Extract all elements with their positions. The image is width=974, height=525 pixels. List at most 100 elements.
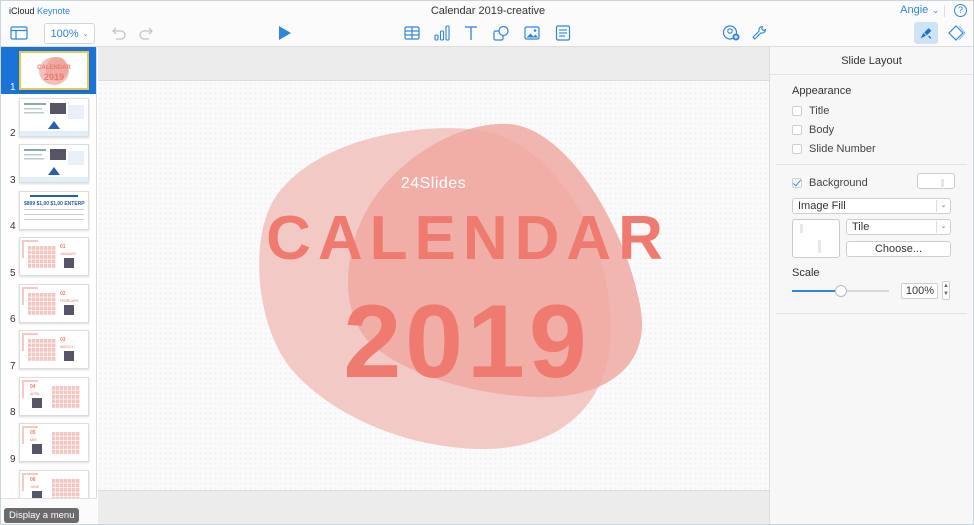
slide-thumbnail-row[interactable]: 7 03 MARCH bbox=[1, 326, 96, 373]
thumb-month-name: JUNE bbox=[30, 485, 40, 489]
insert-media-button[interactable] bbox=[521, 23, 543, 43]
comment-icon bbox=[555, 25, 571, 41]
format-inspector: Slide Layout Appearance Title Body Slide… bbox=[769, 47, 973, 524]
redo-button[interactable] bbox=[136, 23, 158, 43]
insert-comment-button[interactable] bbox=[552, 23, 574, 43]
divider bbox=[944, 5, 945, 17]
slide-navigator: 1 CALENDAR 2019 2 3 4 $899 $1,00 $1,00 ENTERP 5… bbox=[1, 47, 97, 524]
appearance-section: Appearance Title Body Slide Number bbox=[776, 75, 967, 165]
scale-slider[interactable] bbox=[792, 285, 889, 297]
user-menu[interactable]: Angie ⌄ bbox=[900, 4, 939, 16]
insert-text-button[interactable] bbox=[460, 23, 482, 43]
body-checkbox-label: Body bbox=[809, 123, 835, 136]
slide-thumbnail[interactable] bbox=[19, 97, 89, 137]
slide-thumbnail[interactable]: 03 MARCH bbox=[19, 330, 89, 369]
svg-text:$899 $1,00 $1,00 ENTERP: $899 $1,00 $1,00 ENTERP bbox=[24, 201, 85, 207]
fill-type-dropdown[interactable]: Image Fill ⌄ bbox=[792, 198, 951, 214]
thumb-month-name: MAY bbox=[30, 438, 38, 442]
play-icon bbox=[279, 26, 291, 40]
title-checkbox-row[interactable]: Title bbox=[792, 101, 967, 120]
brand-logo[interactable]: 24Slides bbox=[98, 175, 769, 193]
format-button[interactable] bbox=[914, 22, 938, 44]
undo-button[interactable] bbox=[107, 23, 129, 43]
appearance-label: Appearance bbox=[792, 85, 852, 97]
thumb-month-number: 04 bbox=[30, 384, 36, 390]
slide-thumbnail-row[interactable]: 3 bbox=[1, 140, 96, 187]
image-mode-dropdown[interactable]: Tile ⌄ bbox=[846, 219, 951, 235]
slide-thumbnail-row[interactable]: 9 05 MAY bbox=[1, 419, 96, 466]
zoom-select[interactable]: 100% ⌄ bbox=[44, 23, 95, 44]
slide-thumbnail-row[interactable]: 4 $899 $1,00 $1,00 ENTERP bbox=[1, 187, 96, 234]
slide-canvas[interactable]: 24Slides CALENDAR 2019 bbox=[98, 80, 769, 491]
insert-shape-button[interactable] bbox=[490, 23, 512, 43]
scale-slider-knob[interactable] bbox=[834, 285, 847, 297]
slide-thumbnail[interactable]: 05 MAY bbox=[19, 423, 89, 462]
animate-button[interactable] bbox=[946, 23, 968, 43]
scale-stepper[interactable]: ▲ ▼ bbox=[942, 281, 950, 300]
slide-year[interactable]: 2019 bbox=[98, 283, 836, 402]
slide-number: 8 bbox=[10, 407, 16, 418]
slide-thumbnail-row[interactable]: 5 01 JANUARY bbox=[1, 233, 96, 280]
scale-label: Scale bbox=[792, 267, 820, 279]
body-checkbox[interactable] bbox=[792, 124, 802, 135]
brand[interactable]: iCloud Keynote bbox=[9, 6, 70, 16]
image-mode-value: Tile bbox=[852, 221, 870, 233]
stepper-up-icon[interactable]: ▲ bbox=[943, 283, 949, 289]
add-collaborator-icon bbox=[722, 25, 740, 41]
media-icon bbox=[524, 26, 540, 40]
background-color-well[interactable] bbox=[917, 173, 955, 189]
slide-number: 2 bbox=[10, 128, 16, 139]
stepper-down-icon[interactable]: ▼ bbox=[943, 291, 949, 297]
slide-canvas-area: 24Slides CALENDAR 2019 bbox=[98, 47, 769, 524]
view-button[interactable] bbox=[8, 23, 30, 43]
slide-thumbnail[interactable]: CALENDAR 2019 bbox=[19, 51, 89, 90]
slide-thumbnail[interactable]: 04 APRIL bbox=[19, 376, 89, 416]
slide-thumbnail-row[interactable]: 6 02 FEBRUARY bbox=[1, 280, 96, 327]
user-name: Angie bbox=[900, 4, 929, 16]
slide-number-checkbox[interactable] bbox=[792, 143, 802, 154]
play-button[interactable] bbox=[273, 23, 295, 43]
slide-thumbnail-row[interactable]: 1 CALENDAR 2019 bbox=[1, 47, 96, 94]
thumb-month-name: JANUARY bbox=[60, 252, 77, 256]
slide-number: 5 bbox=[10, 267, 16, 279]
thumb-month-name: MARCH bbox=[60, 345, 73, 349]
slide-number-checkbox-label: Slide Number bbox=[809, 142, 876, 155]
setup-button[interactable] bbox=[748, 23, 770, 43]
slide-number: 4 bbox=[10, 221, 16, 232]
document-title[interactable]: Calendar 2019-creative bbox=[431, 5, 545, 17]
insert-table-button[interactable] bbox=[401, 23, 423, 43]
undo-icon bbox=[112, 27, 126, 40]
insert-chart-button[interactable] bbox=[431, 23, 453, 43]
help-icon[interactable]: ? bbox=[954, 4, 967, 17]
slide-thumbnail[interactable] bbox=[19, 144, 89, 183]
title-checkbox[interactable] bbox=[792, 105, 802, 116]
keynote-app: iCloud Keynote Calendar 2019-creative An… bbox=[0, 0, 974, 525]
wrench-icon bbox=[752, 25, 767, 40]
slide-number: 6 bbox=[10, 314, 16, 325]
image-well[interactable] bbox=[792, 219, 840, 258]
shape-icon bbox=[493, 25, 509, 41]
choose-image-button[interactable]: Choose... bbox=[846, 241, 951, 257]
slide-thumbnail-row[interactable]: 2 bbox=[1, 94, 96, 141]
body-checkbox-row[interactable]: Body bbox=[792, 120, 967, 139]
slide-number: 1 bbox=[10, 81, 16, 93]
chevron-down-icon: ⌄ bbox=[936, 221, 950, 233]
background-checkbox-label: Background bbox=[809, 176, 868, 189]
background-checkbox[interactable] bbox=[792, 177, 802, 188]
slide-title[interactable]: CALENDAR bbox=[98, 203, 838, 274]
slide-thumbnail[interactable]: $899 $1,00 $1,00 ENTERP bbox=[19, 190, 89, 230]
slide-number-checkbox-row[interactable]: Slide Number bbox=[792, 139, 967, 158]
slide-thumbnail[interactable]: 01 JANUARY bbox=[19, 237, 89, 276]
sidebar-view-icon bbox=[10, 26, 28, 40]
collaborate-button[interactable] bbox=[720, 23, 742, 43]
slide-thumbnail-row[interactable]: 8 04 APRIL bbox=[1, 373, 96, 420]
animate-diamond-icon bbox=[948, 25, 966, 41]
thumb-title: CALENDAR bbox=[37, 65, 71, 71]
slide-number: 9 bbox=[10, 453, 16, 465]
chart-icon bbox=[434, 25, 450, 41]
chevron-down-icon: ⌄ bbox=[936, 200, 950, 212]
toolbar: iCloud Keynote Calendar 2019-creative An… bbox=[1, 1, 973, 47]
title-checkbox-label: Title bbox=[809, 104, 830, 117]
slide-thumbnail[interactable]: 02 FEBRUARY bbox=[19, 283, 89, 323]
scale-input[interactable]: 100% bbox=[901, 283, 938, 299]
